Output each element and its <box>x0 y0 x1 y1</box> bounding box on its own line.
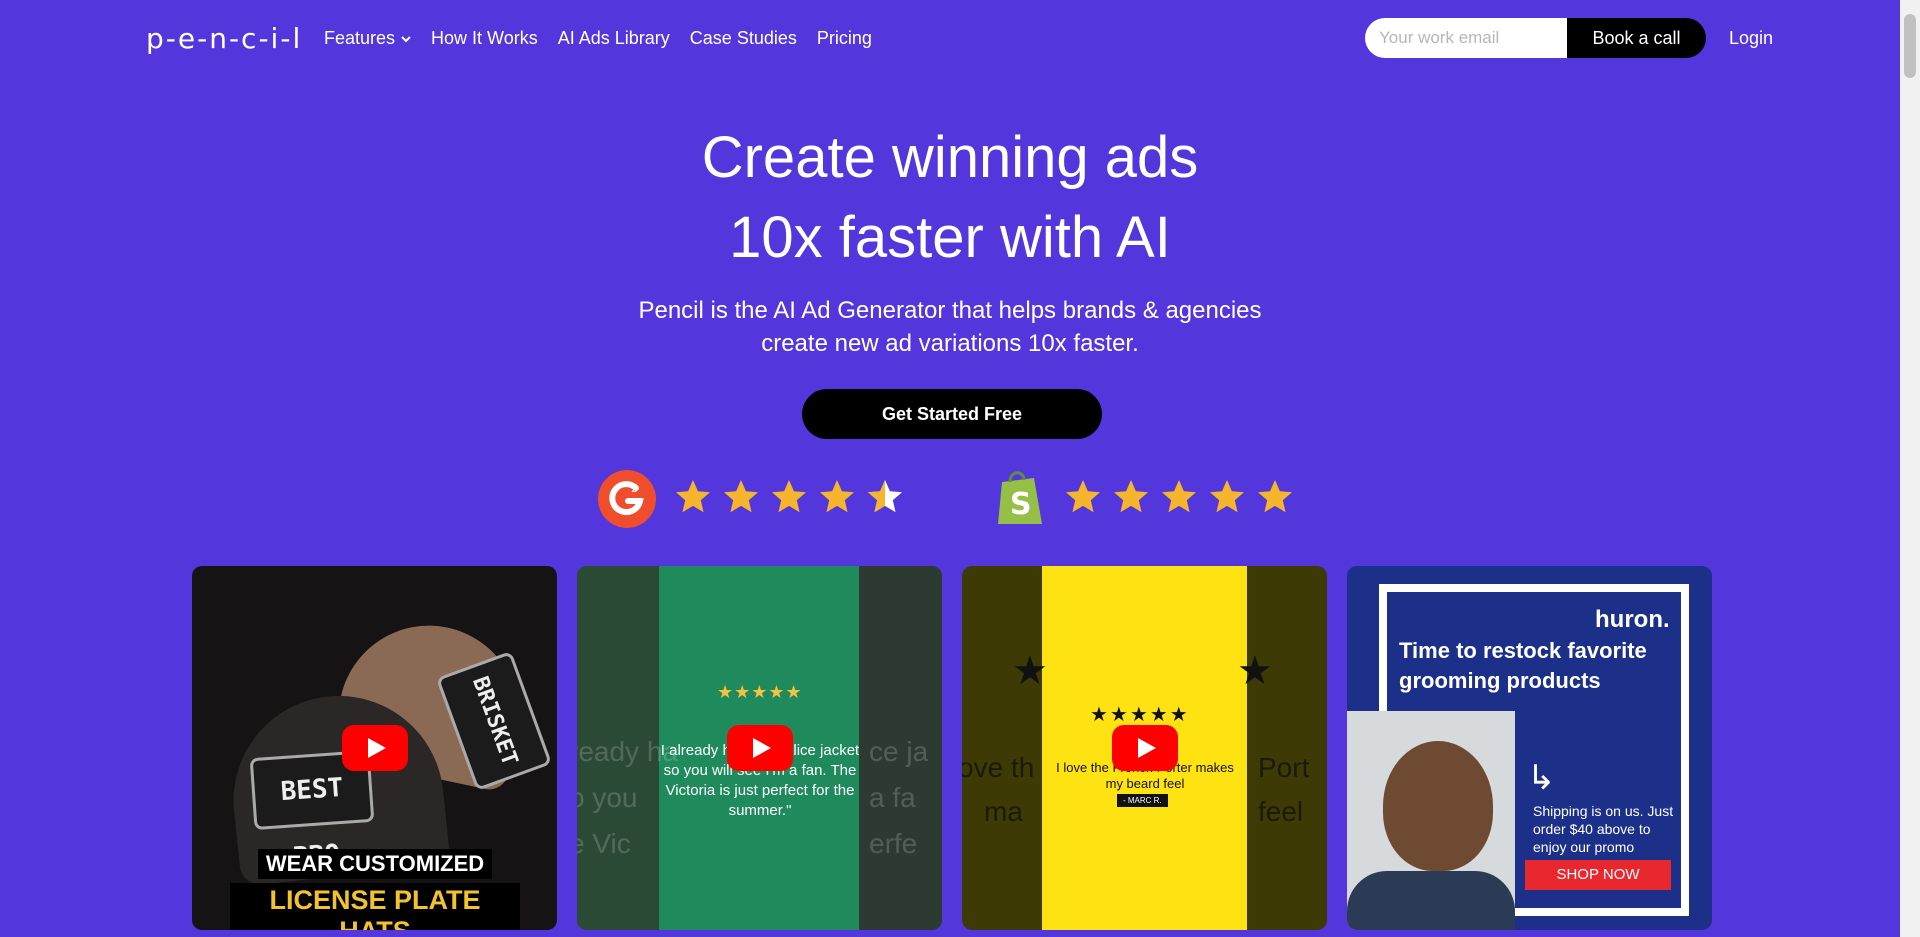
star-icon <box>724 480 758 513</box>
shipping-text: Shipping is on us. Just order $40 above … <box>1533 803 1674 855</box>
star-icon <box>820 480 854 513</box>
subtitle-line-2: create new ad variations 10x faster. <box>761 330 1139 357</box>
ad-example-card-huron[interactable]: huron. Time to restock favorite grooming… <box>1347 566 1712 930</box>
nav-item-pricing[interactable]: Pricing <box>817 28 872 49</box>
shop-now-button[interactable]: SHOP NOW <box>1525 860 1671 890</box>
pencil-logo[interactable]: p-e-n-c-i-l <box>146 22 302 55</box>
nav-item-features[interactable]: Features <box>324 28 411 49</box>
work-email-input[interactable] <box>1365 18 1567 58</box>
ghost-text: erfe <box>869 828 918 859</box>
scrollbar-thumb[interactable] <box>1904 14 1916 78</box>
big-star-icon: ★ <box>1237 649 1273 693</box>
star-icon <box>1066 480 1100 513</box>
g2-rating-stars <box>674 478 904 516</box>
ghost-text: o you <box>577 782 638 813</box>
model-photo <box>1347 711 1515 930</box>
youtube-play-icon[interactable] <box>1111 725 1178 771</box>
hero-headline: Create winning ads 10x faster with AI <box>0 118 1900 278</box>
star-icon <box>868 480 902 513</box>
ad-caption: WEAR CUSTOMIZED LICENSE PLATE HATS <box>230 849 520 930</box>
ad-example-card-license-plate-hats[interactable]: BEST BBQ BRISKET WEAR CUSTOMIZED LICENSE… <box>192 566 557 930</box>
nav-item-ai-ads-library[interactable]: AI Ads Library <box>558 28 670 49</box>
ghost-text: e Vic <box>577 828 631 859</box>
star-icon <box>772 480 806 513</box>
ghost-text: ma <box>984 796 1023 827</box>
svg-text:2: 2 <box>631 484 637 495</box>
huron-logo: huron. <box>1595 606 1670 633</box>
main-menu: Features How It Works AI Ads Library Cas… <box>324 28 892 49</box>
shopify-rating-stars <box>1064 478 1294 516</box>
ghost-text: ce ja <box>869 736 929 767</box>
subtitle-line-1: Pencil is the AI Ad Generator that helps… <box>638 297 1262 324</box>
ghost-text: a fa <box>869 782 916 813</box>
hero-subtitle: Pencil is the AI Ad Generator that helps… <box>0 294 1900 360</box>
book-a-call-button[interactable]: Book a call <box>1567 18 1706 58</box>
youtube-play-icon[interactable] <box>341 725 408 771</box>
review-author: - MARC R. <box>1117 794 1168 807</box>
page-scrollbar[interactable] <box>1900 0 1920 937</box>
model-shirt <box>1347 871 1515 930</box>
star-icon <box>1258 480 1292 513</box>
star-icon <box>1210 480 1244 513</box>
chevron-down-icon <box>401 35 411 42</box>
nav-item-how-it-works[interactable]: How It Works <box>431 28 538 49</box>
review-stars: ★★★★★ <box>1090 704 1190 726</box>
caption-line-1: WEAR CUSTOMIZED <box>257 849 493 879</box>
nav-item-case-studies[interactable]: Case Studies <box>690 28 797 49</box>
curved-arrow-icon: ↳ <box>1527 759 1556 797</box>
top-navigation: p-e-n-c-i-l Features How It Works AI Ads… <box>0 0 1900 78</box>
ad-headline: Time to restock favorite grooming produc… <box>1399 638 1647 693</box>
star-icon <box>676 480 710 513</box>
star-icon <box>1162 480 1196 513</box>
ad-example-card-jacket-review[interactable]: ready ha o you e Vic ce ja a fa erfe ★★★… <box>577 566 942 930</box>
ad-example-card-beard-review[interactable]: ★ ★ ove th ma Port feel ★★★★★ I love the… <box>962 566 1327 930</box>
headline-line-1: Create winning ads <box>701 125 1199 190</box>
login-link[interactable]: Login <box>1729 28 1773 49</box>
model-face <box>1383 741 1493 871</box>
nav-item-label: Features <box>324 28 396 48</box>
ghost-text: ove th <box>962 752 1035 783</box>
shopify-logo-icon: S <box>998 471 1042 524</box>
big-star-icon: ★ <box>1012 649 1048 693</box>
get-started-free-button[interactable]: Get Started Free <box>802 389 1102 439</box>
headline-line-2: 10x faster with AI <box>729 205 1171 270</box>
ghost-text: Port <box>1258 752 1310 783</box>
ghost-text: feel <box>1258 796 1304 827</box>
caption-line-2: LICENSE PLATE HATS <box>230 883 520 930</box>
g2-logo-icon: 2 <box>598 470 656 528</box>
youtube-play-icon[interactable] <box>726 725 793 771</box>
email-signup-group: Book a call <box>1365 18 1706 58</box>
review-stars: ★★★★★ <box>717 682 803 702</box>
star-icon <box>1114 480 1148 513</box>
svg-text:S: S <box>1010 487 1032 522</box>
